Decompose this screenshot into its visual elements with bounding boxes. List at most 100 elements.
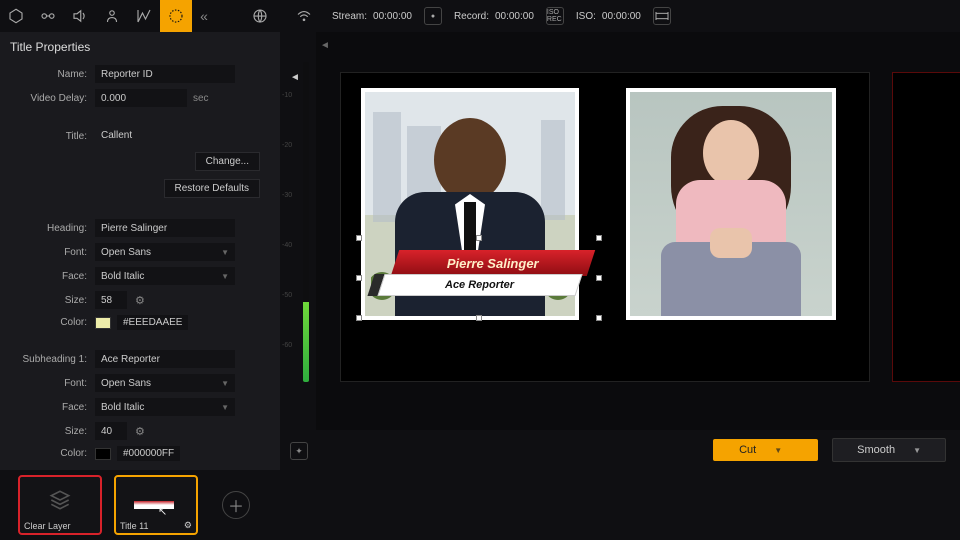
size-input[interactable] [95,291,127,309]
timeline-icon[interactable] [653,7,671,25]
video-delay-input[interactable] [95,89,187,107]
font-select[interactable]: Open Sans▼ [95,243,235,261]
play-indicator-icon: ◄ [290,72,300,83]
geometry-icon[interactable] [0,0,32,32]
restore-defaults-button[interactable]: Restore Defaults [164,179,260,198]
change-button[interactable]: Change... [195,152,260,171]
collapse-panel-icon[interactable]: « [192,0,216,32]
add-layer-button[interactable]: ＋ [222,491,250,519]
scale-m50: -50 [282,292,292,299]
person-icon[interactable] [96,0,128,32]
lower-third-heading-bar: Pierre Salinger [391,250,595,276]
status-strip: Stream: 00:00:00 ● Record: 00:00:00 ISO … [244,0,671,32]
program-output: Pierre Salinger Ace Reporter [340,72,870,382]
title-properties-panel: Title Properties Name: Video Delay: sec … [0,32,280,470]
smooth-label: Smooth [857,444,895,456]
chevron-down-icon: ▼ [774,446,782,455]
title-value: Callent [95,127,235,145]
name-input[interactable] [95,65,235,83]
resize-handle-se[interactable] [596,315,602,321]
link-icon[interactable] [32,0,64,32]
preview-output [892,72,960,382]
sub-face-select[interactable]: Bold Italic ▼ [95,398,235,416]
color-swatch[interactable] [95,317,111,329]
stream-time: 00:00:00 [373,11,412,22]
iso-status: ISO: 00:00:00 [576,11,641,22]
sub-font-label: Font: [0,378,95,389]
record-label: Record: [454,11,489,22]
layer-clear-label: Clear Layer [24,521,71,531]
wifi-icon[interactable] [288,0,320,32]
resize-handle-w[interactable] [356,275,362,281]
resize-handle-ne[interactable] [596,235,602,241]
video-delay-unit: sec [193,93,209,104]
preview-area: ◄ [316,32,960,430]
sub-size-input[interactable] [95,422,127,440]
sub-size-gear-icon[interactable]: ⚙ [135,425,145,438]
sub-color-swatch[interactable] [95,448,111,460]
layer-card-title11[interactable]: ↖ Title 11⚙ [114,475,198,535]
panel-title: Title Properties [0,32,280,62]
color-hex[interactable]: #EEEDAAEE [117,315,188,330]
layer-thumbnail [134,501,174,509]
audio-meter [303,62,309,382]
layer-title11-label: Title 11 [120,521,149,531]
chevron-down-icon: ▼ [221,403,229,412]
resize-handle-e[interactable] [596,275,602,281]
audio-meter-fill [303,302,309,382]
chevron-down-icon: ▼ [221,379,229,388]
resize-handle-n[interactable] [476,235,482,241]
iso-label: ISO: [576,11,596,22]
lower-third-heading: Pierre Salinger [447,256,539,271]
face-label: Face: [0,271,95,282]
sub-face-value: Bold Italic [101,402,144,413]
chevron-down-icon: ▼ [221,272,229,281]
iso-time: 00:00:00 [602,11,641,22]
scale-m60: -60 [282,342,292,349]
cut-button[interactable]: Cut ▼ [713,439,818,461]
font-label: Font: [0,247,95,258]
name-label: Name: [0,69,95,80]
resize-handle-nw[interactable] [356,235,362,241]
sub-color-label: Color: [0,448,95,459]
heading-input[interactable] [95,219,235,237]
font-select-value: Open Sans [101,247,151,258]
waveform-icon[interactable] [128,0,160,32]
sub-face-label: Face: [0,402,95,413]
face-select-value: Bold Italic [101,271,144,282]
scale-m20: -20 [282,142,292,149]
globe-icon[interactable] [244,0,276,32]
scale-m10: -10 [282,92,292,99]
sub-font-select[interactable]: Open Sans▼ [95,374,235,392]
size-gear-icon[interactable]: ⚙ [135,294,145,307]
smooth-button[interactable]: Smooth ▼ [832,438,946,462]
audio-icon[interactable] [64,0,96,32]
layer-card-clear[interactable]: Clear Layer [18,475,102,535]
color-label: Color: [0,317,95,328]
stream-status: Stream: 00:00:00 [332,11,412,22]
subheading1-input[interactable] [95,350,235,368]
title-tool-icon[interactable] [160,0,192,32]
layer-tray: Clear Layer ↖ Title 11⚙ ＋ [0,470,960,540]
subheading1-label: Subheading 1: [0,354,95,365]
lower-third-sub-bar: Ace Reporter [377,274,582,296]
fx-button[interactable]: ✦ [290,442,308,460]
record-dot-icon[interactable]: ● [424,7,442,25]
lower-third-overlay[interactable]: Pierre Salinger Ace Reporter [359,238,599,318]
iso-rec-badge[interactable]: ISO REC [546,7,564,25]
cut-label: Cut [739,444,756,456]
record-status: Record: 00:00:00 [454,11,534,22]
title-label: Title: [0,131,95,142]
top-toolbar: « Stream: 00:00:00 ● Record: 00:00:00 IS… [0,0,960,32]
face-select[interactable]: Bold Italic ▼ [95,267,235,285]
tool-icon-group: « [0,0,216,32]
sub-color-hex[interactable]: #000000FF [117,446,180,461]
chevron-down-icon: ▼ [913,446,921,455]
resize-handle-s[interactable] [476,315,482,321]
video-delay-label: Video Delay: [0,93,95,104]
stream-label: Stream: [332,11,367,22]
record-time: 00:00:00 [495,11,534,22]
resize-handle-sw[interactable] [356,315,362,321]
preview-collapse-icon[interactable]: ◄ [320,40,330,51]
layer-gear-icon[interactable]: ⚙ [184,520,192,531]
